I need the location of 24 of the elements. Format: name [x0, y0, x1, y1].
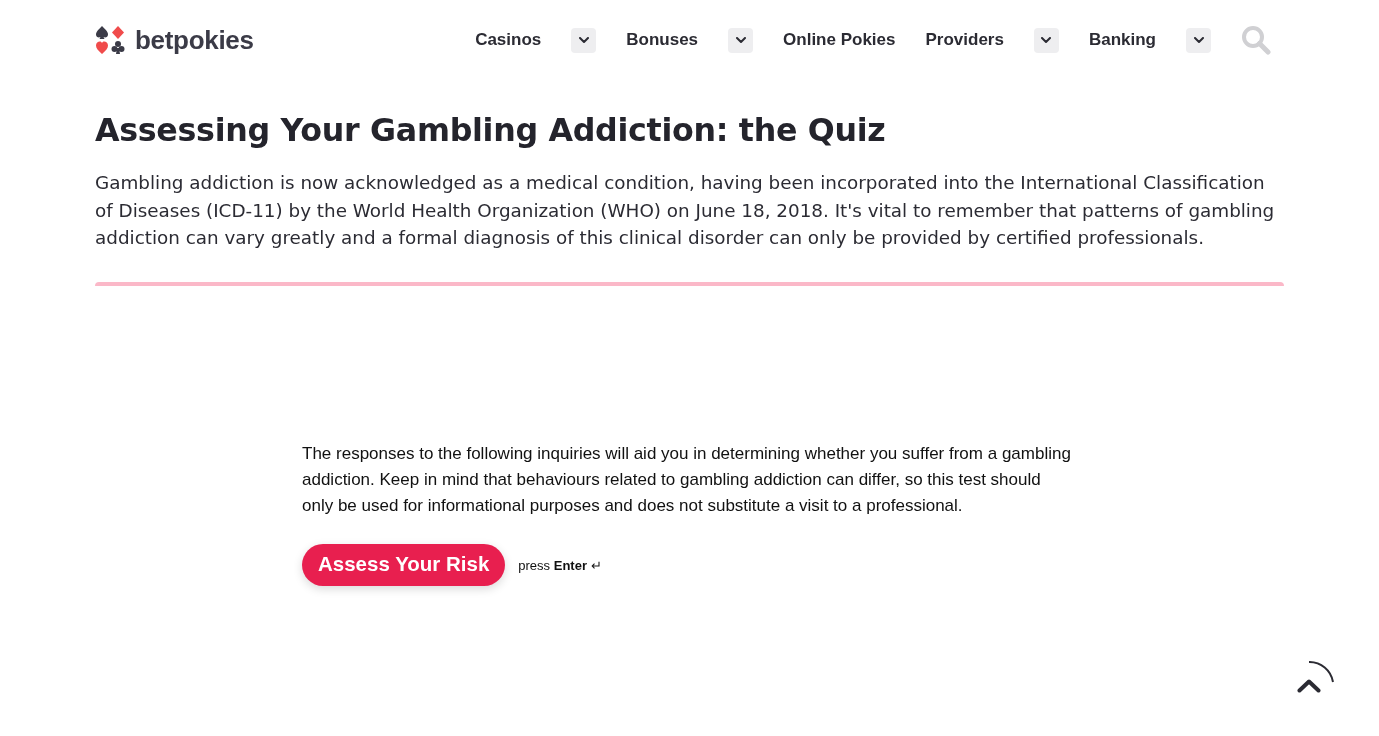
intro-paragraph: Gambling addiction is now acknowledged as a medical condition, having been incorporated into the International Classification of Diseases (ICD-11) by the World Health Organization (WHO) on June 18, 2018. It's vital to remember that patterns of gambling addiction can vary greatly and a formal diagnosis of this clinical disorder can only be provided by certified professionals.: [95, 171, 1276, 250]
chevron-down-icon: [735, 36, 746, 44]
dropdown-toggle[interactable]: [571, 27, 597, 53]
chevron-down-icon: [1193, 36, 1204, 44]
nav-link[interactable]: Online Pokies: [783, 27, 896, 53]
card-suits-logo-icon: [95, 25, 125, 55]
keyboard-hint: press Enter ↵: [518, 556, 602, 575]
search-icon: [1241, 25, 1271, 55]
dropdown-toggle[interactable]: [1186, 27, 1211, 53]
chevron-down-icon: [1041, 36, 1052, 44]
assess-risk-button[interactable]: Assess Your Risk: [302, 543, 506, 586]
progress-arc-icon: [1309, 661, 1334, 683]
nav-link[interactable]: Bonuses: [626, 27, 699, 53]
logo-text: betpokies: [135, 23, 254, 57]
dropdown-toggle[interactable]: [1033, 27, 1059, 53]
nav-link[interactable]: Providers: [925, 27, 1004, 53]
chevron-up-icon: [1297, 679, 1321, 693]
dropdown-toggle[interactable]: [728, 27, 754, 53]
scroll-to-top-button[interactable]: [1296, 660, 1335, 695]
quiz-description: The responses to the following inquiries will aid you in determining whether you suffer from a gambling addiction. Keep in mind that behaviours related to gambling addiction can differ, so this test should only be used for informational purposes and does not substitute a visit to a professional.: [302, 442, 1072, 517]
chevron-down-icon: [578, 36, 589, 44]
nav-link[interactable]: Casinos: [475, 27, 542, 53]
page-title: Assessing Your Gambling Addiction: the Quiz: [95, 111, 887, 150]
nav-link[interactable]: Banking: [1088, 27, 1156, 53]
